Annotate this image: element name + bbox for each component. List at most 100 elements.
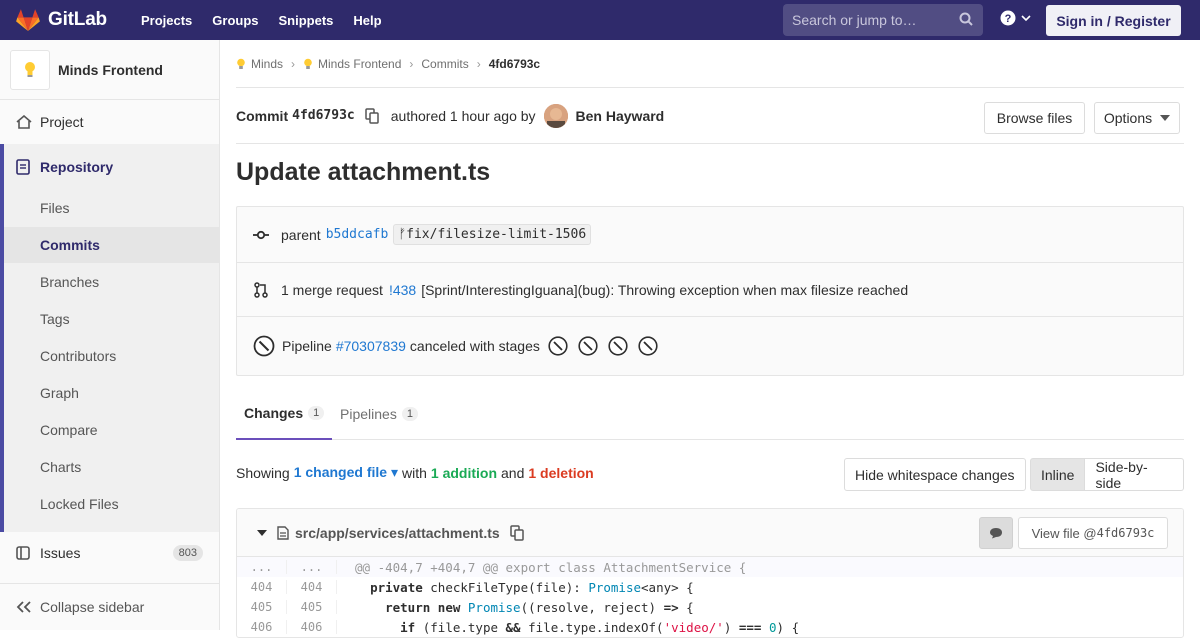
view-file-button[interactable]: View file @ 4fd6793c [1018,517,1168,549]
brand-name: GitLab [48,9,107,30]
options-label: Options [1103,110,1153,126]
commit-sha: 4fd6793c [292,108,355,123]
sidebar-item-locked-files[interactable]: Locked Files [40,486,119,522]
side-by-side-button[interactable]: Side-by-side [1085,458,1184,491]
double-chevron-left-icon [16,601,31,613]
old-line-number[interactable]: 404 [237,580,287,594]
svg-text:?: ? [1005,13,1012,25]
pipeline-label: Pipeline [282,338,332,354]
sidebar-item-files[interactable]: Files [40,190,70,226]
diff-summary: Showing 1 changed file ▾ with 1 addition… [236,464,594,481]
sidebar-item-compare[interactable]: Compare [40,412,98,448]
nav-snippets[interactable]: Snippets [269,13,344,28]
file-icon [277,525,289,540]
code-line: private checkFileType(file): Promise<any… [370,579,694,595]
new-line-number[interactable]: 404 [287,580,337,594]
sidebar-item-graph[interactable]: Graph [40,375,79,411]
changed-files-dropdown[interactable]: 1 changed file ▾ [294,464,398,481]
breadcrumb-current[interactable]: 4fd6793c [489,57,540,71]
merge-request-link[interactable]: !438 [389,282,416,298]
sidebar-item-project[interactable]: Project [0,104,219,140]
code-line: if (file.type && file.type.indexOf('vide… [400,619,800,635]
gitlab-logo[interactable]: GitLab [16,9,107,31]
old-line-number[interactable]: ... [237,560,287,574]
sidebar-item-contributors[interactable]: Contributors [40,338,116,374]
stage-canceled-icon[interactable] [578,336,598,356]
collapse-sidebar-button[interactable]: Collapse sidebar [0,583,219,630]
sidebar-item-repository[interactable]: Repository [0,149,219,185]
new-line-number[interactable]: 405 [287,600,337,614]
stage-canceled-icon[interactable] [548,336,568,356]
commit-icon [253,230,269,239]
pipeline-canceled-icon[interactable] [253,335,275,357]
breadcrumb-commits[interactable]: Commits [421,57,468,71]
parent-sha-link[interactable]: b5ddcafb [326,227,389,242]
new-line-number[interactable]: ... [287,560,337,574]
options-dropdown[interactable]: Options [1094,102,1180,134]
deletions-count: 1 deletion [528,464,594,481]
with-text: with [401,464,427,481]
sidebar-project-header[interactable]: Minds Frontend [0,40,219,100]
changed-files-label: 1 changed file [293,464,388,480]
file-path[interactable]: src/app/services/attachment.ts [295,525,500,541]
old-line-number[interactable]: 406 [237,620,287,634]
document-icon [16,159,30,175]
sign-in-button[interactable]: Sign in / Register [1046,5,1181,36]
help-dropdown[interactable]: ? [1000,10,1032,26]
copy-icon[interactable] [509,524,524,541]
question-icon: ? [1000,10,1016,26]
breadcrumb-separator: › [409,56,414,71]
lightbulb-icon [25,61,35,77]
hide-whitespace-button[interactable]: Hide whitespace changes [844,458,1026,491]
view-file-sha: 4fd6793c [1096,526,1155,540]
project-name: Minds Frontend [58,61,163,78]
breadcrumb-separator: › [291,56,296,71]
new-line-number[interactable]: 406 [287,620,337,634]
active-indicator [0,144,4,532]
code-line: return new Promise((resolve, reject) => … [385,599,694,615]
breadcrumb: Minds › Minds Frontend › Commits › 4fd67… [236,40,1184,88]
tab-pipelines[interactable]: Pipelines 1 [340,388,418,440]
browse-files-button[interactable]: Browse files [984,102,1085,134]
collapse-caret-icon[interactable] [257,529,267,537]
sidebar-item-charts[interactable]: Charts [40,449,81,485]
breadcrumb-minds-frontend[interactable]: Minds Frontend [318,57,401,71]
collapse-label: Collapse sidebar [40,599,145,615]
diff-file-header: src/app/services/attachment.ts View file… [237,509,1183,557]
stage-canceled-icon[interactable] [638,336,658,356]
diff-line: 406 406 if (file.type && file.type.index… [237,617,1183,637]
sidebar-item-branches[interactable]: Branches [40,264,99,300]
sidebar-item-tags[interactable]: Tags [40,301,70,337]
commit-info-box: parent b5ddcafb ᚠfix/filesize-limit-1506… [236,206,1184,376]
search-input[interactable]: Search or jump to… [783,4,983,36]
stage-canceled-icon[interactable] [608,336,628,356]
tab-label: Changes [244,405,304,421]
tab-changes[interactable]: Changes 1 [236,388,333,440]
diff-hunk-header: ... ... @@ -404,7 +404,7 @@ export class… [237,557,1183,577]
avatar[interactable] [543,103,568,128]
hunk-text: @@ -404,7 +404,7 @@ export class Attachm… [355,559,747,575]
copy-icon[interactable] [365,107,379,124]
search-placeholder: Search or jump to… [792,12,917,28]
comment-toggle-button[interactable] [979,517,1013,549]
branch-ref[interactable]: ᚠfix/filesize-limit-1506 [393,224,592,245]
tanuki-icon [16,9,40,31]
nav-projects[interactable]: Projects [131,13,202,28]
inline-view-button[interactable]: Inline [1030,458,1086,491]
old-line-number[interactable]: 405 [237,600,287,614]
sidebar: Minds Frontend Project Repository Files … [0,40,220,630]
nav-help[interactable]: Help [343,13,391,28]
parent-row: parent b5ddcafb ᚠfix/filesize-limit-1506 [237,207,1183,263]
diff-file: src/app/services/attachment.ts View file… [236,508,1184,638]
comment-icon [990,528,1002,539]
diff-line: 404 404 private checkFileType(file): Pro… [237,577,1183,597]
sidebar-item-issues[interactable]: Issues 803 [0,535,219,571]
sidebar-item-commits[interactable]: Commits [4,227,219,263]
additions-count: 1 addition [430,464,498,481]
author-name[interactable]: Ben Hayward [576,108,665,124]
issues-count-badge: 803 [172,545,203,561]
breadcrumb-minds[interactable]: Minds [251,57,283,71]
authored-text: authored 1 hour ago by [390,107,536,124]
nav-groups[interactable]: Groups [202,13,268,28]
pipeline-link[interactable]: #70307839 [336,338,406,354]
